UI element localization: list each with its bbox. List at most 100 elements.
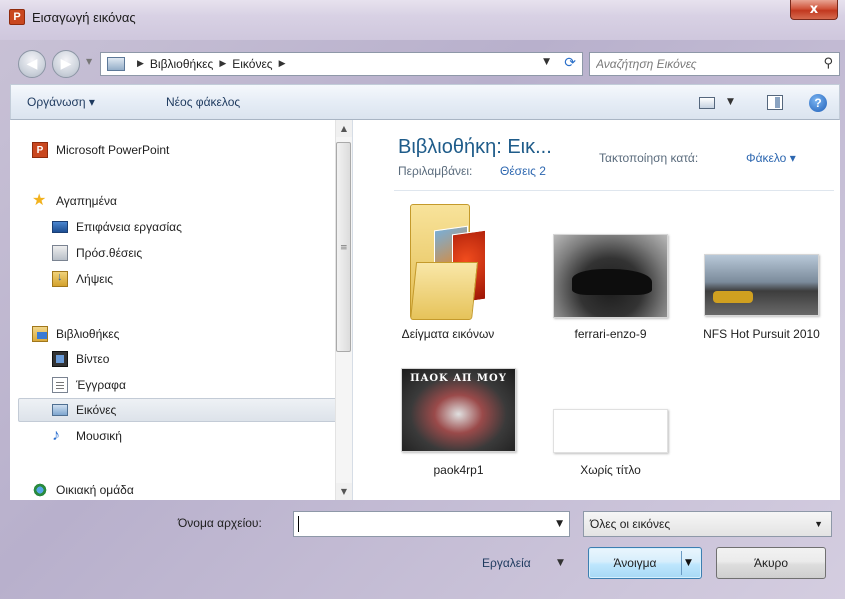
video-icon xyxy=(52,351,68,367)
filename-combobox[interactable]: ▼ xyxy=(293,511,570,537)
nav-item-favorites[interactable]: ★ Αγαπημένα xyxy=(32,190,117,212)
file-item-label[interactable]: ferrari-enzo-9 xyxy=(550,326,671,342)
refresh-icon[interactable]: ⟳ xyxy=(564,55,576,71)
nav-item-pictures[interactable]: Εικόνες xyxy=(52,399,116,421)
preview-pane-icon[interactable] xyxy=(767,95,783,110)
scroll-up-button[interactable]: ▲ xyxy=(335,120,352,137)
arrow-down-icon: ▼ xyxy=(340,487,348,496)
chevron-down-icon: ▼ xyxy=(86,57,93,66)
nav-item-videos[interactable]: Βίντεο xyxy=(52,348,109,370)
nav-item-recent-places[interactable]: Πρόσ.θέσεις xyxy=(52,242,142,264)
arrange-by-dropdown[interactable]: Φάκελο ▾ xyxy=(746,151,796,165)
file-type-select[interactable]: Όλες οι εικόνες ▼ xyxy=(583,511,832,537)
search-box[interactable]: ⚲ xyxy=(589,52,840,76)
downloads-icon xyxy=(52,271,68,287)
title-bar: P Εισαγωγή εικόνας x xyxy=(0,0,845,40)
library-title: Βιβλιοθήκη: Εικ... xyxy=(398,136,552,158)
folder-icon xyxy=(107,57,125,71)
breadcrumb-pictures[interactable]: Εικόνες xyxy=(232,57,272,71)
nav-item-label: Βίντεο xyxy=(76,352,110,366)
file-item-label[interactable]: Δείγματα εικόνων xyxy=(396,326,500,342)
cancel-button[interactable]: Άκυρο xyxy=(716,547,826,579)
breadcrumb-separator-icon[interactable]: ▶ xyxy=(279,59,286,69)
documents-icon xyxy=(52,377,68,393)
recent-pages-dropdown[interactable]: ▼ xyxy=(86,57,92,66)
nav-item-label: Μουσική xyxy=(76,429,122,443)
filename-input[interactable] xyxy=(298,512,548,536)
window-title: Εισαγωγή εικόνας xyxy=(32,10,136,25)
close-button[interactable]: x xyxy=(790,0,838,20)
library-includes-label: Περιλαμβάνει: xyxy=(398,164,473,178)
nav-item-label: Εικόνες xyxy=(76,403,117,417)
nav-item-libraries[interactable]: Βιβλιοθήκες xyxy=(32,323,119,345)
chevron-down-icon: ▼ xyxy=(814,519,823,529)
arrange-by-label: Τακτοποίηση κατά: xyxy=(599,151,699,165)
chevron-down-icon[interactable]: ▼ xyxy=(557,558,564,568)
forward-button[interactable]: ▶ xyxy=(52,50,80,78)
tools-menu[interactable]: Εργαλεία xyxy=(482,556,531,570)
open-button[interactable]: Άνοιγμα ▼ xyxy=(588,547,702,579)
file-item-label[interactable]: NFS Hot Pursuit 2010 xyxy=(701,326,822,342)
address-bar[interactable]: ▶ Βιβλιοθήκες ▶ Εικόνες ▶ ▼ ⟳ xyxy=(100,52,583,76)
nav-item-label: Βιβλιοθήκες xyxy=(56,327,120,341)
breadcrumb-separator-icon[interactable]: ▶ xyxy=(137,59,144,69)
desktop-icon xyxy=(52,221,68,233)
organize-menu[interactable]: Οργάνωση ▾ xyxy=(27,95,95,109)
view-options-chevron-icon[interactable]: ▼ xyxy=(727,97,734,107)
split-divider xyxy=(681,551,682,575)
back-button[interactable]: ◀ xyxy=(18,50,46,78)
grip-icon: ≡ xyxy=(340,243,348,253)
folder-front-icon xyxy=(410,262,479,320)
breadcrumb-libraries[interactable]: Βιβλιοθήκες xyxy=(150,57,213,71)
nav-item-label: Επιφάνεια εργασίας xyxy=(76,220,182,234)
address-dropdown-icon[interactable]: ▼ xyxy=(543,57,550,67)
nav-item-label: Έγγραφα xyxy=(76,378,126,392)
library-locations-link[interactable]: Θέσεις 2 xyxy=(500,164,546,178)
image-overlay-text: ΠΑΟΚ ΑΠ ΜΟΥ xyxy=(410,373,507,384)
file-item-label[interactable]: paok4rp1 xyxy=(398,462,519,478)
music-icon: ♪ xyxy=(52,427,60,444)
change-view-icon[interactable] xyxy=(699,97,715,109)
search-icon[interactable]: ⚲ xyxy=(823,56,833,71)
address-row: ◀ ▶ ▼ ▶ Βιβλιοθήκες ▶ Εικόνες ▶ ▼ ⟳ ⚲ xyxy=(0,40,845,84)
nav-item-homegroup[interactable]: Οικιακή ομάδα xyxy=(32,479,134,501)
search-input[interactable] xyxy=(596,53,806,75)
star-icon: ★ xyxy=(32,192,47,209)
arrow-left-icon: ◀ xyxy=(26,56,38,72)
filename-label: Όνομα αρχείου: xyxy=(178,516,262,530)
powerpoint-app-icon: P xyxy=(9,9,25,25)
new-folder-button[interactable]: Νέος φάκελος xyxy=(166,95,240,109)
nav-item-music[interactable]: ♪ Μουσική xyxy=(52,425,122,447)
folder-thumbnail[interactable] xyxy=(410,204,490,324)
homegroup-icon xyxy=(32,482,48,498)
pictures-icon xyxy=(52,404,68,416)
help-icon[interactable]: ? xyxy=(809,94,827,112)
text-caret xyxy=(298,516,299,532)
nav-item-downloads[interactable]: Λήψεις xyxy=(52,268,113,290)
divider xyxy=(394,190,834,191)
arrow-right-icon: ▶ xyxy=(60,56,72,72)
image-thumbnail[interactable] xyxy=(553,409,668,453)
image-thumbnail[interactable]: ΠΑΟΚ ΑΠ ΜΟΥ xyxy=(401,368,516,452)
nav-item-desktop[interactable]: Επιφάνεια εργασίας xyxy=(52,216,182,238)
chevron-down-icon[interactable]: ▼ xyxy=(685,558,692,568)
nav-item-label: Οικιακή ομάδα xyxy=(56,483,134,497)
close-icon: x xyxy=(809,2,819,17)
open-button-label: Άνοιγμα xyxy=(613,556,657,570)
nav-item-label: Λήψεις xyxy=(76,272,114,286)
chevron-down-icon[interactable]: ▼ xyxy=(556,519,563,529)
command-bar: Οργάνωση ▾ Νέος φάκελος ▼ ? xyxy=(10,84,840,120)
file-list-pane: Βιβλιοθήκη: Εικ... Περιλαμβάνει: Θέσεις … xyxy=(354,120,840,500)
breadcrumb-separator-icon[interactable]: ▶ xyxy=(219,59,226,69)
file-item-label[interactable]: Χωρίς τίτλο xyxy=(550,462,671,478)
scroll-down-button[interactable]: ▼ xyxy=(335,483,352,500)
nav-scrollbar-thumb[interactable]: ≡ xyxy=(336,142,351,352)
recent-places-icon xyxy=(52,245,68,261)
file-type-value: Όλες οι εικόνες xyxy=(590,517,671,531)
arrow-up-icon: ▲ xyxy=(340,124,348,133)
image-thumbnail[interactable] xyxy=(704,254,819,316)
nav-item-powerpoint[interactable]: P Microsoft PowerPoint xyxy=(32,139,169,161)
nav-item-documents[interactable]: Έγγραφα xyxy=(52,374,126,396)
image-thumbnail[interactable] xyxy=(553,234,668,318)
dialog-body: P Microsoft PowerPoint ★ Αγαπημένα Επιφά… xyxy=(10,120,840,500)
